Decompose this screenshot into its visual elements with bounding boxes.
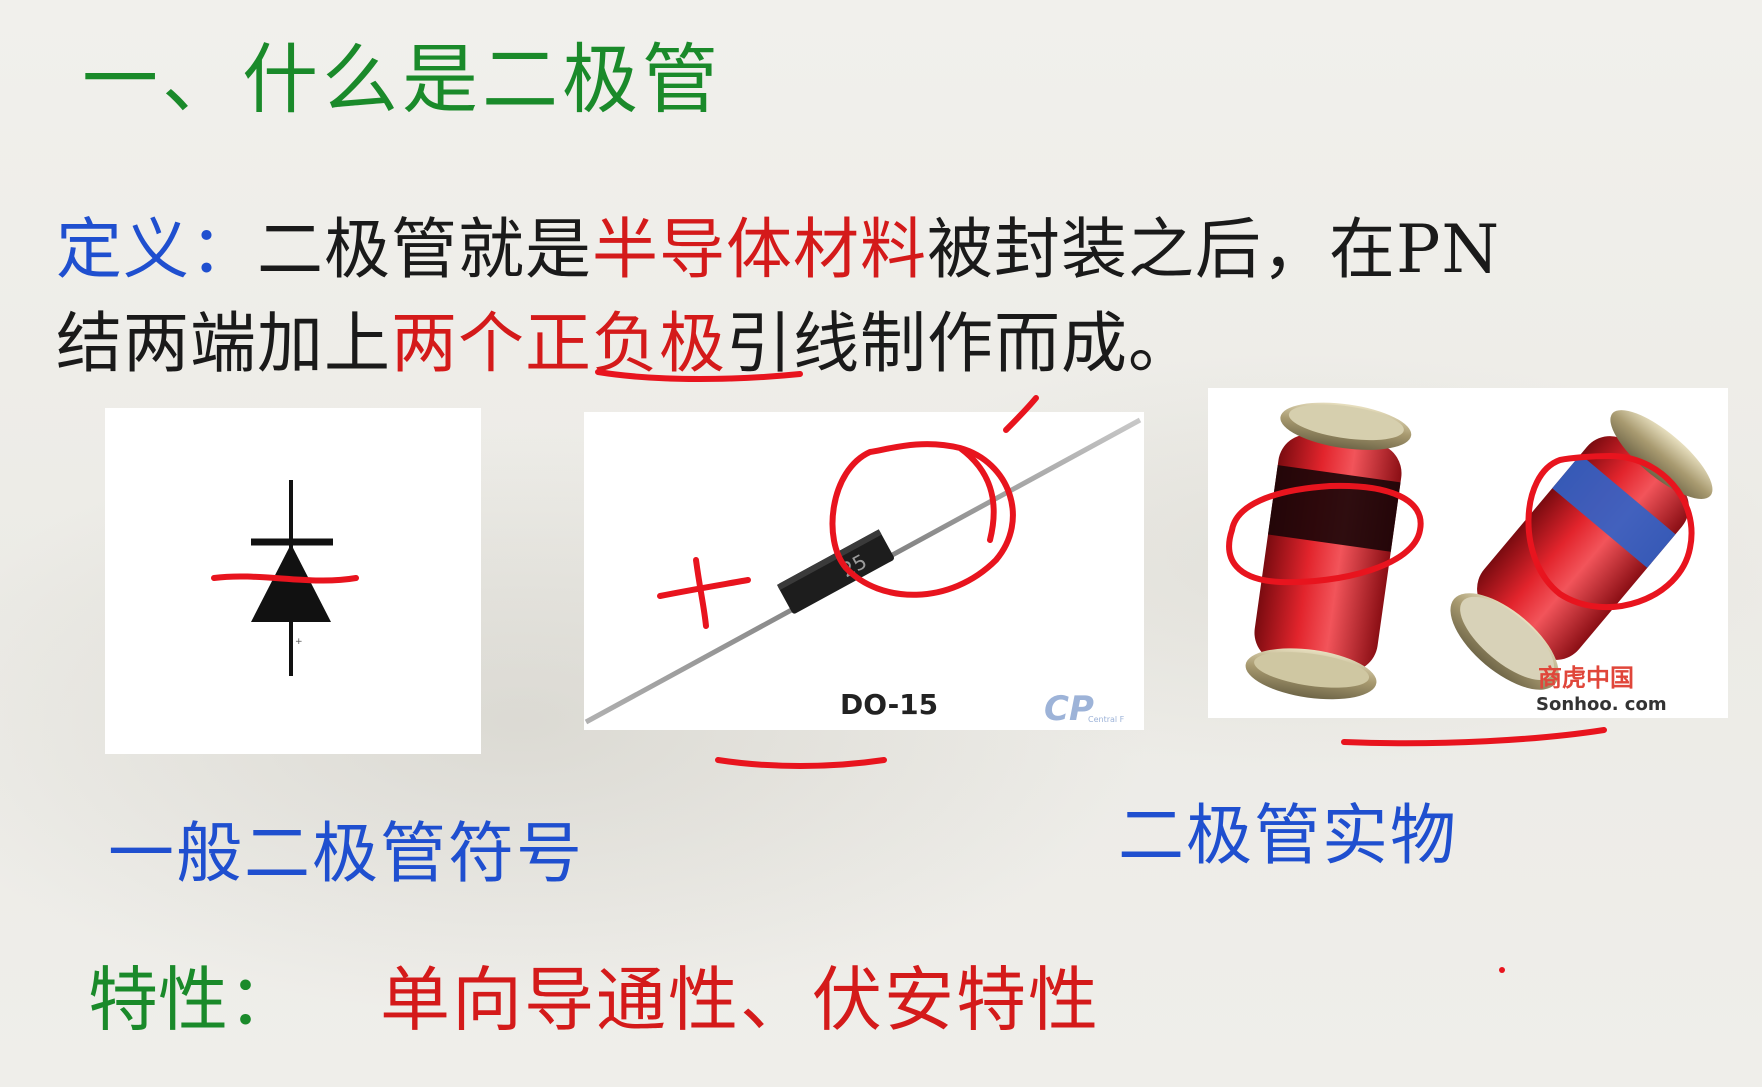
properties-label: 特性： <box>88 959 298 1041</box>
definition-text-2: 被封装之后，在PN <box>927 211 1501 288</box>
definition-highlight-material: 半导体材料 <box>592 211 927 288</box>
axial-diode-image: 25 DO-15 CP Central F <box>584 412 1144 730</box>
definition-label: 定义： <box>56 211 257 288</box>
smd-watermark-en: Sonhoo. com <box>1536 694 1667 715</box>
diode-symbol-icon: + <box>251 480 333 676</box>
slide-title: 一、什么是二极管 <box>82 35 722 124</box>
definition-highlight-electrodes: 两个正负极 <box>391 305 726 382</box>
axial-package-label: DO-15 <box>840 688 938 721</box>
smd-diode-photo: 商虎中国 Sonhoo. com <box>1245 402 1713 715</box>
definition-text-1: 二极管就是 <box>257 211 592 288</box>
axial-diode-photo: 25 DO-15 CP Central F <box>584 417 1142 729</box>
axial-watermark: Central F <box>1088 715 1125 724</box>
definition-text-3: 结两端加上 <box>56 305 391 382</box>
svg-text:+: + <box>295 637 303 647</box>
caption-diode-symbol: 一般二极管符号 <box>108 815 584 892</box>
definition-line-1: 定义：二极管就是半导体材料被封装之后，在PN <box>56 196 1500 292</box>
smd-diode-image: 商虎中国 Sonhoo. com <box>1208 388 1728 718</box>
caption-diode-real: 二极管实物 <box>1118 797 1458 874</box>
diode-symbol-image: + <box>105 408 481 754</box>
smd-watermark-cn: 商虎中国 <box>1538 664 1634 692</box>
svg-text:CP: CP <box>1044 689 1094 729</box>
definition-text-4: 引线制作而成。 <box>726 305 1195 382</box>
properties-value: 单向导通性、伏安特性 <box>380 959 1100 1041</box>
definition-line-2: 结两端加上两个正负极引线制作而成。 <box>56 290 1195 386</box>
